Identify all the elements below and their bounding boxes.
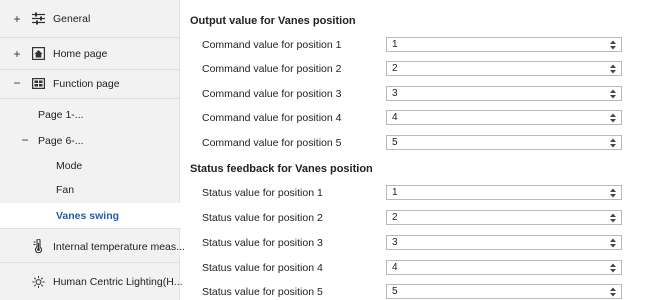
sidebar-item-label: Vanes swing	[56, 210, 120, 222]
spin-arrows-icon[interactable]	[609, 88, 617, 100]
sidebar-item-label: Page 1-...	[38, 109, 84, 121]
spin-arrows-icon[interactable]	[609, 187, 617, 199]
command-value-position-4-input[interactable]: 4	[386, 110, 622, 125]
sidebar-item-vanes-swing[interactable]: Vanes swing	[0, 203, 181, 229]
command-value-position-3-input[interactable]: 3	[386, 86, 622, 101]
input-value: 4	[392, 262, 398, 273]
sidebar-item-fan[interactable]: Fan	[0, 178, 180, 202]
parameter-panel: Output value for Vanes position Command …	[190, 0, 648, 300]
spin-arrows-icon[interactable]	[609, 112, 617, 124]
input-value: 2	[392, 63, 398, 74]
input-value: 1	[392, 187, 398, 198]
input-value: 2	[392, 212, 398, 223]
spin-arrows-icon[interactable]	[609, 237, 617, 249]
row-label: Status value for position 1	[202, 187, 323, 199]
row-label: Status value for position 5	[202, 286, 323, 298]
function-grid-icon	[32, 77, 45, 90]
collapse-icon[interactable]: −	[12, 77, 22, 89]
sidebar-item-human-centric-lighting[interactable]: Human Centric Lighting(H...	[0, 263, 183, 300]
expand-icon[interactable]: +	[12, 48, 22, 60]
row-label: Command value for position 3	[202, 88, 342, 100]
sidebar-item-label: Fan	[56, 184, 75, 196]
input-value: 5	[392, 286, 398, 297]
row-label: Command value for position 5	[202, 137, 342, 149]
sidebar-item-internal-temperature[interactable]: Internal temperature meas...	[0, 230, 185, 263]
command-value-position-5-input[interactable]: 5	[386, 135, 622, 150]
status-value-position-2-input[interactable]: 2	[386, 210, 622, 225]
command-value-position-1-input[interactable]: 1	[386, 37, 622, 52]
section-title-status: Status feedback for Vanes position	[190, 163, 373, 175]
command-value-position-2-input[interactable]: 2	[386, 61, 622, 76]
home-icon	[32, 47, 45, 60]
section-title-output: Output value for Vanes position	[190, 15, 356, 27]
sidebar-item-label: Human Centric Lighting(H...	[53, 276, 183, 288]
sidebar-item-page-6[interactable]: − Page 6-...	[0, 128, 180, 154]
input-value: 1	[392, 39, 398, 50]
sidebar-item-function-page[interactable]: − Function page	[0, 70, 180, 99]
sidebar-item-general[interactable]: + General	[0, 0, 180, 38]
status-value-position-1-input[interactable]: 1	[386, 185, 622, 200]
sidebar-item-label: Mode	[56, 160, 83, 172]
spin-arrows-icon[interactable]	[609, 286, 617, 298]
row-label: Command value for position 4	[202, 112, 342, 124]
status-value-position-5-input[interactable]: 5	[386, 284, 622, 299]
row-label: Status value for position 3	[202, 237, 323, 249]
input-value: 4	[392, 112, 398, 123]
row-label: Command value for position 2	[202, 63, 342, 75]
sidebar-item-label: Function page	[53, 78, 120, 90]
sidebar-item-page-1[interactable]: Page 1-...	[0, 102, 180, 128]
sidebar: + General + Home page − Function page Pa…	[0, 0, 185, 300]
spin-arrows-icon[interactable]	[609, 262, 617, 274]
status-value-position-4-input[interactable]: 4	[386, 260, 622, 275]
sidebar-item-mode[interactable]: Mode	[0, 154, 180, 178]
sidebar-item-label: Home page	[53, 48, 108, 60]
input-value: 5	[392, 137, 398, 148]
thermometer-icon	[32, 238, 45, 253]
spin-arrows-icon[interactable]	[609, 137, 617, 149]
row-label: Status value for position 4	[202, 262, 323, 274]
spin-arrows-icon[interactable]	[609, 39, 617, 51]
sliders-icon	[32, 12, 45, 25]
row-label: Status value for position 2	[202, 212, 323, 224]
input-value: 3	[392, 88, 398, 99]
sun-icon	[32, 275, 45, 288]
sidebar-item-label: Page 6-...	[38, 135, 84, 147]
input-value: 3	[392, 237, 398, 248]
collapse-icon[interactable]: −	[20, 134, 30, 146]
status-value-position-3-input[interactable]: 3	[386, 235, 622, 250]
expand-icon[interactable]: +	[12, 13, 22, 25]
sidebar-item-home[interactable]: + Home page	[0, 38, 180, 70]
sidebar-item-label: General	[53, 13, 91, 25]
spin-arrows-icon[interactable]	[609, 63, 617, 75]
row-label: Command value for position 1	[202, 39, 342, 51]
spin-arrows-icon[interactable]	[609, 212, 617, 224]
sidebar-item-label: Internal temperature meas...	[53, 241, 185, 253]
